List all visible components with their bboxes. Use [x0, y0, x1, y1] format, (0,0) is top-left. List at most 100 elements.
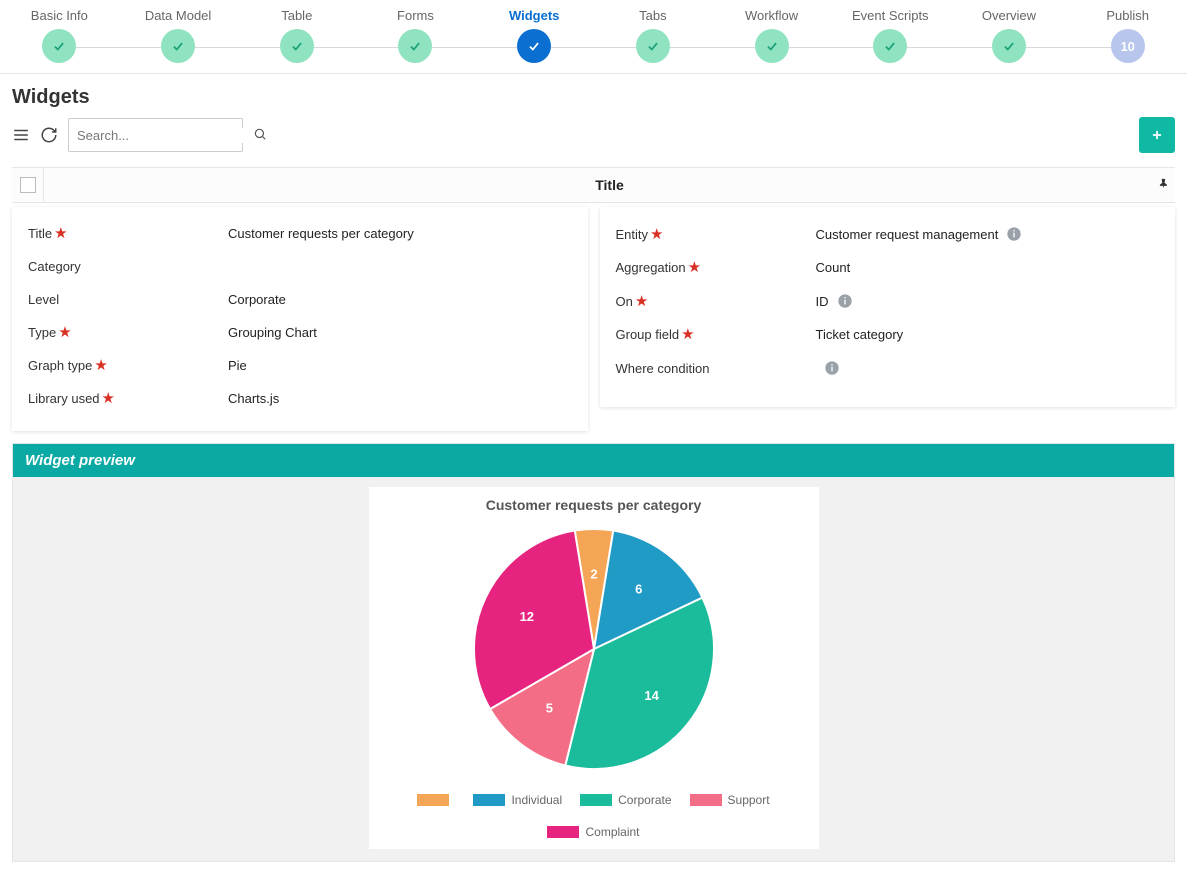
field-type: Type★Grouping Chart [28, 316, 572, 349]
step-event-scripts[interactable]: Event Scripts [831, 8, 950, 63]
step-label: Publish [1106, 8, 1149, 23]
step-label: Data Model [145, 8, 211, 23]
field-level: LevelCorporate [28, 283, 572, 316]
legend-item[interactable]: Complaint [547, 825, 639, 839]
field-value[interactable]: Customer request management [816, 226, 1160, 242]
step-workflow[interactable]: Workflow [712, 8, 831, 63]
step-label: Forms [397, 8, 434, 23]
toolbar [0, 109, 1187, 167]
workflow-stepper: Basic Info Data Model Table Forms Widgets Tab… [0, 0, 1187, 74]
add-button[interactable] [1139, 117, 1175, 153]
step-label: Widgets [509, 8, 559, 23]
field-value[interactable]: Corporate [228, 292, 572, 307]
step-circle [398, 29, 432, 63]
pie-slice-label: 12 [519, 609, 533, 624]
legend-swatch [473, 794, 505, 806]
form-panel-left: Title★Customer requests per category Cate… [12, 207, 588, 431]
field-value[interactable]: Ticket category [816, 327, 1160, 342]
step-label: Table [281, 8, 312, 23]
field-label: Entity★ [616, 227, 816, 242]
pie-slice-label: 6 [635, 582, 642, 597]
field-value[interactable]: Charts.js [228, 391, 572, 406]
legend-label: Support [728, 793, 770, 807]
chart-card: Customer requests per category 2614512 I… [369, 487, 819, 849]
legend-swatch [580, 794, 612, 806]
field-label: Library used★ [28, 391, 228, 406]
step-circle [517, 29, 551, 63]
pie-slice-label: 5 [545, 700, 552, 715]
legend-swatch [690, 794, 722, 806]
step-circle [873, 29, 907, 63]
field-value[interactable]: ID [816, 293, 1160, 309]
legend-item[interactable]: Support [690, 793, 770, 807]
step-circle [636, 29, 670, 63]
page-header: Widgets [0, 74, 1187, 109]
step-data-model[interactable]: Data Model [119, 8, 238, 63]
step-tabs[interactable]: Tabs [594, 8, 713, 63]
field-on: On★ID [616, 284, 1160, 318]
step-basic-info[interactable]: Basic Info [0, 8, 119, 63]
search-input[interactable] [77, 128, 253, 143]
field-label: Title★ [28, 226, 228, 241]
field-label: Graph type★ [28, 358, 228, 373]
refresh-icon[interactable] [40, 126, 58, 144]
field-entity: Entity★Customer request management [616, 217, 1160, 251]
widget-form: Title★Customer requests per category Cate… [0, 207, 1187, 431]
legend-swatch [547, 826, 579, 838]
field-label: Category [28, 259, 228, 274]
page-title: Widgets [12, 86, 1175, 109]
step-circle [42, 29, 76, 63]
chart-title: Customer requests per category [379, 497, 809, 513]
widget-preview: Widget preview Customer requests per cat… [12, 443, 1175, 862]
field-title: Title★Customer requests per category [28, 217, 572, 250]
step-widgets[interactable]: Widgets [475, 8, 594, 63]
legend-label: Individual [511, 793, 562, 807]
field-value[interactable]: Count [816, 260, 1160, 275]
field-category: Category [28, 250, 572, 283]
pin-icon[interactable] [1157, 177, 1171, 194]
step-label: Basic Info [31, 8, 88, 23]
field-library-used: Library used★Charts.js [28, 382, 572, 415]
field-label: Level [28, 292, 228, 307]
step-circle [280, 29, 314, 63]
step-label: Event Scripts [852, 8, 929, 23]
field-graph-type: Graph type★Pie [28, 349, 572, 382]
step-label: Overview [982, 8, 1036, 23]
legend-item[interactable]: Individual [473, 793, 562, 807]
info-icon[interactable] [837, 293, 853, 309]
step-overview[interactable]: Overview [950, 8, 1069, 63]
field-where-condition: Where condition [616, 351, 1160, 385]
preview-header: Widget preview [13, 444, 1174, 477]
step-table[interactable]: Table [237, 8, 356, 63]
pie-slice-label: 14 [644, 688, 659, 703]
field-value[interactable]: Grouping Chart [228, 325, 572, 340]
step-forms[interactable]: Forms [356, 8, 475, 63]
step-publish[interactable]: Publish10 [1068, 8, 1187, 63]
field-label: Aggregation★ [616, 260, 816, 275]
menu-icon[interactable] [12, 126, 30, 144]
field-value[interactable]: Pie [228, 358, 572, 373]
field-group-field: Group field★Ticket category [616, 318, 1160, 351]
legend-item[interactable] [417, 793, 455, 807]
legend-label: Complaint [585, 825, 639, 839]
field-value[interactable]: Customer requests per category [228, 226, 572, 241]
select-all-checkbox[interactable] [12, 168, 44, 202]
field-label: Group field★ [616, 327, 816, 342]
info-icon[interactable] [1006, 226, 1022, 242]
column-header-title[interactable]: Title [44, 177, 1175, 193]
step-circle [161, 29, 195, 63]
pie-chart: 2614512 [379, 519, 809, 779]
form-panel-right: Entity★Customer request management Aggreg… [600, 207, 1176, 407]
search-icon[interactable] [253, 127, 267, 144]
legend-item[interactable]: Corporate [580, 793, 671, 807]
search-input-wrapper [68, 118, 243, 152]
table-header: Title [12, 167, 1175, 203]
field-value[interactable] [816, 360, 1160, 376]
info-icon[interactable] [824, 360, 840, 376]
step-circle [992, 29, 1026, 63]
field-label: Where condition [616, 361, 816, 376]
step-circle [755, 29, 789, 63]
field-label: Type★ [28, 325, 228, 340]
step-label: Workflow [745, 8, 798, 23]
step-label: Tabs [639, 8, 666, 23]
